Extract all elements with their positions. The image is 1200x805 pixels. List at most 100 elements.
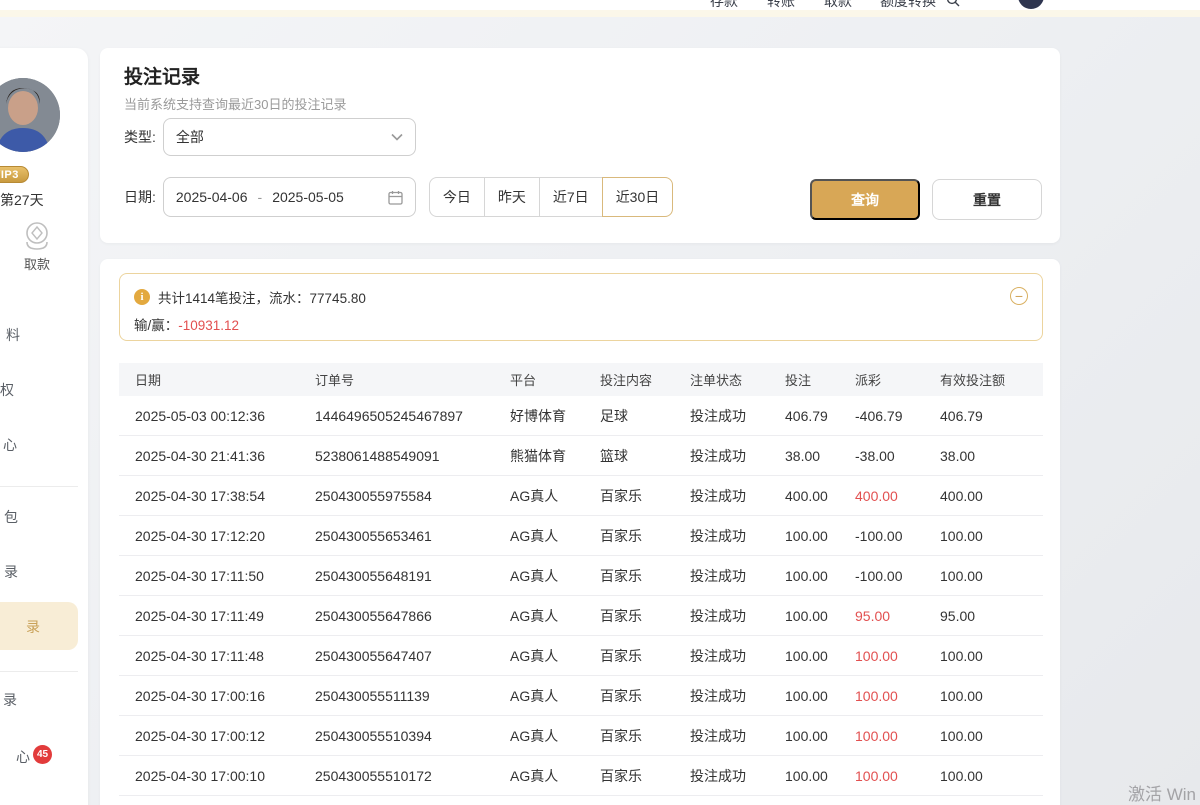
sidebar-item[interactable]: 录	[3, 690, 17, 710]
quick-date-button[interactable]: 近7日	[539, 177, 603, 217]
date-separator: -	[258, 189, 263, 205]
cell-date: 2025-04-30 17:00:12	[135, 728, 315, 744]
bet-records-table: 日期订单号平台投注内容注单状态投注派彩有效投注额 2025-05-03 00:1…	[119, 363, 1043, 796]
date-label: 日期:	[124, 187, 156, 207]
cell-status: 投注成功	[690, 486, 785, 506]
cell-status: 投注成功	[690, 406, 785, 426]
cell-payout: -100.00	[855, 568, 940, 584]
sidebar-item[interactable]: 料	[6, 325, 20, 345]
summary-text: 共计1414笔投注，流水：77745.80	[158, 287, 366, 307]
table-row: 2025-04-30 17:38:54250430055975584AG真人百家…	[119, 476, 1043, 516]
column-header: 派彩	[855, 370, 940, 389]
cell-payout: 95.00	[855, 608, 940, 624]
cell-valid: 406.79	[940, 408, 1043, 424]
cell-content: 足球	[600, 406, 690, 426]
cell-bet: 100.00	[785, 768, 855, 784]
cell-bet: 400.00	[785, 488, 855, 504]
page-subtitle: 当前系统支持查询最近30日的投注记录	[124, 94, 346, 113]
column-header: 投注内容	[600, 370, 690, 389]
cell-valid: 100.00	[940, 688, 1043, 704]
search-icon[interactable]	[946, 0, 960, 7]
page-title: 投注记录	[124, 62, 200, 89]
cell-order: 250430055975584	[315, 488, 510, 504]
cell-payout: -38.00	[855, 448, 940, 464]
cell-date: 2025-04-30 17:11:48	[135, 648, 315, 664]
column-header: 注单状态	[690, 370, 785, 389]
quick-date-button[interactable]: 近30日	[602, 177, 674, 217]
query-button[interactable]: 查询	[810, 179, 920, 220]
table-row: 2025-04-30 17:00:12250430055510394AG真人百家…	[119, 716, 1043, 756]
chevron-down-icon	[391, 133, 403, 141]
sidebar-divider	[0, 671, 78, 672]
topbar-avatar[interactable]	[1018, 0, 1044, 9]
column-header: 订单号	[315, 370, 510, 389]
table-row: 2025-05-03 00:12:361446496505245467897好博…	[119, 396, 1043, 436]
column-header: 投注	[785, 370, 855, 389]
cell-platform: AG真人	[510, 766, 600, 786]
cell-status: 投注成功	[690, 606, 785, 626]
sidebar-item[interactable]: 录	[4, 562, 18, 582]
cell-status: 投注成功	[690, 566, 785, 586]
type-select[interactable]: 全部	[163, 118, 416, 156]
summary-banner: i 共计1414笔投注，流水：77745.80 − 输/赢：-10931.12	[119, 273, 1043, 341]
cell-platform: AG真人	[510, 606, 600, 626]
cell-order: 250430055647866	[315, 608, 510, 624]
withdraw-label: 取款	[15, 254, 59, 273]
cell-valid: 100.00	[940, 648, 1043, 664]
sidebar-withdraw[interactable]: 取款	[15, 220, 59, 273]
reset-button[interactable]: 重置	[932, 179, 1042, 220]
collapse-icon[interactable]: −	[1010, 287, 1028, 305]
user-avatar[interactable]	[0, 78, 60, 152]
cell-order: 1446496505245467897	[315, 408, 510, 424]
cell-content: 百家乐	[600, 566, 690, 586]
table-row: 2025-04-30 17:00:10250430055510172AG真人百家…	[119, 756, 1043, 796]
cell-bet: 100.00	[785, 728, 855, 744]
cell-order: 250430055648191	[315, 568, 510, 584]
type-filter-row: 类型: 全部	[124, 118, 416, 156]
cell-status: 投注成功	[690, 726, 785, 746]
winloss-label: 输/赢：	[134, 318, 178, 333]
sidebar-item[interactable]: 录	[26, 617, 40, 637]
cell-order: 250430055511139	[315, 688, 510, 704]
cell-content: 百家乐	[600, 526, 690, 546]
cell-date: 2025-04-30 17:00:10	[135, 768, 315, 784]
quick-date-button[interactable]: 昨天	[484, 177, 540, 217]
unread-badge: 45	[33, 745, 52, 764]
calendar-icon	[388, 190, 403, 205]
cell-date: 2025-04-30 17:00:16	[135, 688, 315, 704]
date-filter-row: 日期: 2025-04-06 - 2025-05-05 今日昨天近7日近30日	[124, 177, 673, 217]
cell-payout: 100.00	[855, 648, 940, 664]
table-row: 2025-04-30 17:00:16250430055511139AG真人百家…	[119, 676, 1043, 716]
table-row: 2025-04-30 17:11:49250430055647866AG真人百家…	[119, 596, 1043, 636]
column-header: 平台	[510, 370, 600, 389]
cell-content: 百家乐	[600, 486, 690, 506]
nav-item-withdraw[interactable]: 取款	[824, 0, 852, 10]
vip-day-label: 第27天	[0, 190, 44, 210]
filter-actions: 查询 重置	[810, 179, 1042, 220]
sidebar-item[interactable]: 心	[3, 435, 17, 455]
quick-date-button[interactable]: 今日	[429, 177, 485, 217]
cell-date: 2025-05-03 00:12:36	[135, 408, 315, 424]
cell-bet: 406.79	[785, 408, 855, 424]
cell-platform: AG真人	[510, 526, 600, 546]
nav-item-transfer[interactable]: 转账	[767, 0, 795, 10]
cell-date: 2025-04-30 17:11:49	[135, 608, 315, 624]
cell-payout: 100.00	[855, 768, 940, 784]
date-range-input[interactable]: 2025-04-06 - 2025-05-05	[163, 177, 416, 217]
cell-bet: 38.00	[785, 448, 855, 464]
cell-bet: 100.00	[785, 608, 855, 624]
cell-date: 2025-04-30 17:11:50	[135, 568, 315, 584]
nav-item-deposit[interactable]: 存款	[710, 0, 738, 10]
nav-item-quota[interactable]: 额度转换	[880, 0, 936, 10]
cell-platform: AG真人	[510, 486, 600, 506]
cell-content: 百家乐	[600, 606, 690, 626]
quick-date-group: 今日昨天近7日近30日	[429, 177, 673, 217]
type-label: 类型:	[124, 127, 156, 147]
winloss-value: -10931.12	[178, 318, 239, 333]
cell-status: 投注成功	[690, 686, 785, 706]
sidebar-item[interactable]: 心	[16, 747, 30, 767]
sidebar-item[interactable]: 权	[0, 380, 14, 400]
sidebar-item[interactable]: 包	[4, 507, 18, 527]
cell-valid: 38.00	[940, 448, 1043, 464]
date-end-value: 2025-05-05	[272, 189, 344, 205]
